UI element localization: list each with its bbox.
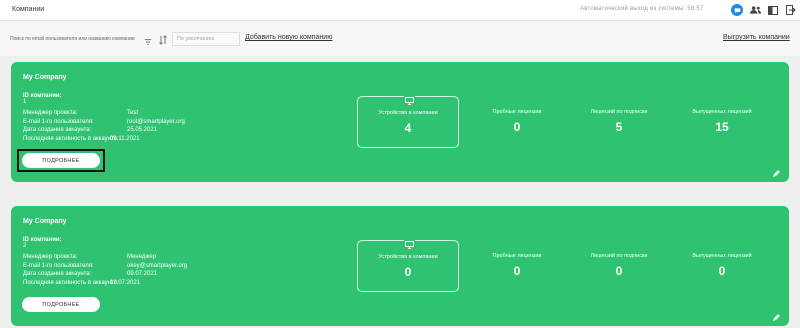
last-active-label: Последняя активность в аккаунте: [23, 136, 119, 142]
edit-icon[interactable] [772, 165, 780, 183]
sort-select[interactable]: По умолчанию [172, 32, 240, 46]
chat-icon[interactable] [731, 4, 743, 16]
add-company-link[interactable]: Добавить новую компанию [245, 34, 332, 41]
monitor-icon [404, 92, 415, 110]
devices-value: 4 [404, 121, 412, 135]
devices-stat: Устройства в компании 0 [357, 236, 459, 292]
issued-value: 0 [718, 264, 726, 278]
trial-value: 0 [513, 264, 521, 278]
company-name: My Company [23, 74, 67, 81]
filter-icon[interactable] [144, 33, 152, 51]
last-active-value: 09.11.2021 [110, 136, 140, 142]
email-label: E-mail 1-го пользователя: [23, 119, 94, 125]
issued-label: Выпущенных лицензий [692, 109, 752, 115]
users-icon[interactable] [749, 4, 761, 16]
company-card: My Company ID компании: 1 Менеджер проек… [11, 62, 789, 182]
created-label: Дата создания аккаунта: [23, 127, 92, 133]
email-label: E-mail 1-го пользователя: [23, 263, 94, 269]
issued-value: 15 [715, 120, 729, 134]
created-label: Дата создания аккаунта: [23, 271, 92, 277]
page-title: Компании [12, 6, 45, 13]
trial-value: 0 [513, 120, 521, 134]
created-value: 25.05.2021 [127, 127, 158, 133]
devices-label: Устройства в компании [378, 254, 438, 260]
auto-logout-timer: Автоматический выход из системы: 58:57 [580, 6, 704, 12]
manager-value: Test [127, 110, 139, 116]
email-value: root@smartplayer.org [127, 119, 185, 125]
monitor-icon [404, 236, 415, 254]
sort-icon[interactable] [159, 32, 167, 50]
company-id-value: 2 [23, 243, 27, 249]
devices-stat: Устройства в компании 4 [357, 92, 459, 148]
company-card: My Company ID компании: 2 Менеджер проек… [11, 206, 789, 326]
trial-label: Пробные лицензии [492, 253, 542, 259]
top-bar: Компании Автоматический выход из системы… [0, 0, 800, 21]
details-button[interactable]: ПОДРОБНЕЕ [22, 153, 100, 168]
exit-icon[interactable] [785, 4, 797, 16]
company-name: My Company [23, 218, 67, 225]
search-input[interactable] [10, 32, 142, 45]
panel-icon[interactable] [767, 4, 779, 16]
last-active-label: Последняя активность в аккаунте: [23, 280, 119, 286]
company-id-value: 1 [23, 99, 27, 105]
last-active-value: 12.07.2021 [110, 280, 141, 286]
email-value: okey@smartplayer.org [127, 263, 188, 269]
subscription-value: 5 [615, 120, 623, 134]
subscription-value: 0 [615, 264, 623, 278]
details-button[interactable]: ПОДРОБНЕЕ [22, 297, 100, 312]
issued-label: Выпущенных лицензий [692, 253, 752, 259]
export-companies-link[interactable]: Выгрузить компании [723, 34, 790, 41]
subscription-label: Лицензий по подписке [590, 109, 648, 115]
devices-label: Устройства в компании [378, 110, 438, 116]
manager-label: Менеджер проекта: [23, 254, 78, 260]
company-id-label: ID компании: [23, 93, 62, 99]
created-value: 09.07.2021 [127, 271, 158, 277]
subscription-label: Лицензий по подписке [590, 253, 648, 259]
devices-value: 0 [404, 265, 412, 279]
trial-label: Пробные лицензии [492, 109, 542, 115]
company-id-label: ID компании: [23, 237, 62, 243]
manager-value: Менеджер [127, 254, 157, 260]
edit-icon[interactable] [772, 309, 780, 327]
manager-label: Менеджер проекта: [23, 110, 78, 116]
